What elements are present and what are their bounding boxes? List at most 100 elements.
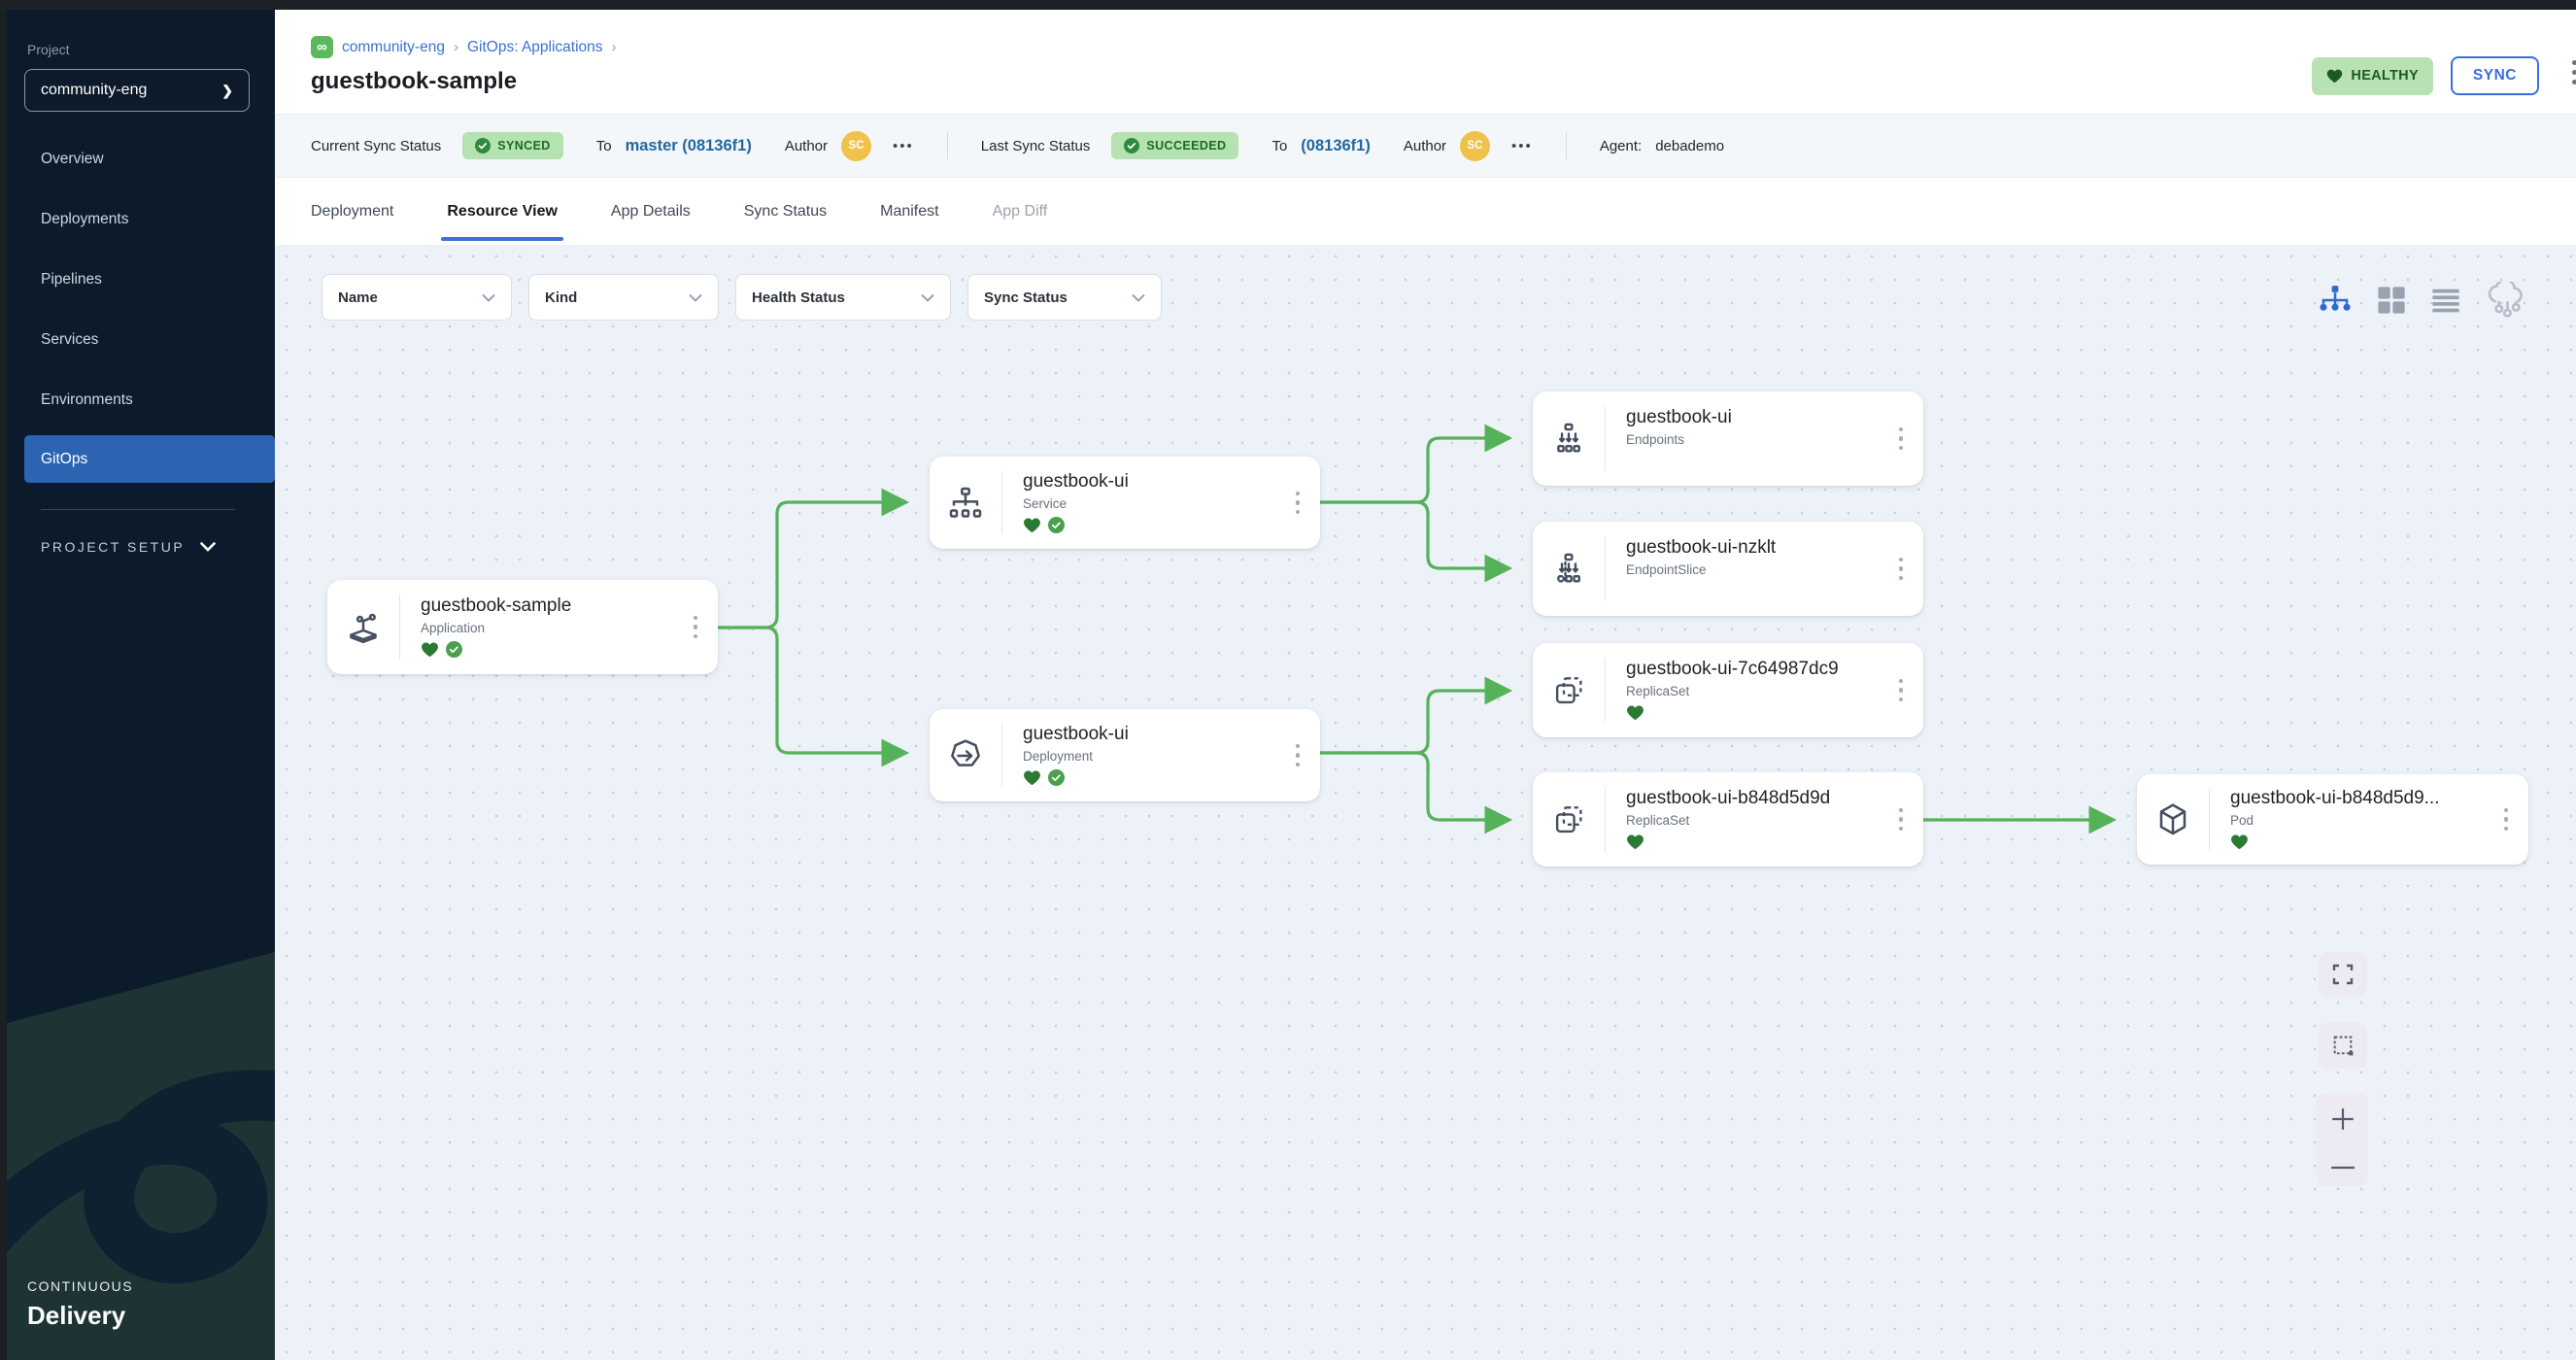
node-title: guestbook-ui-7c64987dc9 (1626, 659, 1879, 680)
node-title: guestbook-ui (1023, 724, 1275, 745)
node-replicaset-guestbook-ui-b848d5d9d[interactable]: guestbook-ui-b848d5d9d ReplicaSet (1533, 772, 1923, 867)
node-kind: Application (421, 621, 673, 635)
node-kebab-menu-icon[interactable] (1879, 679, 1923, 702)
more-options-icon[interactable]: ••• (1511, 138, 1533, 154)
sidebar-item-services[interactable]: Services (0, 315, 275, 365)
deployment-icon (930, 736, 1001, 775)
project-setup-toggle[interactable]: PROJECT SETUP (41, 539, 216, 555)
node-replicaset-guestbook-ui-7c64987dc9[interactable]: guestbook-ui-7c64987dc9 ReplicaSet (1533, 643, 1923, 737)
fullscreen-button[interactable] (2319, 952, 2367, 997)
filter-sync-status-label: Sync Status (984, 289, 1068, 306)
zoom-in-button[interactable] (2330, 1106, 2356, 1132)
tab-app-details[interactable]: App Details (611, 178, 691, 245)
chevron-down-icon (1132, 293, 1145, 302)
node-title: guestbook-sample (421, 595, 673, 617)
tab-manifest[interactable]: Manifest (880, 178, 938, 245)
sidebar-item-overview[interactable]: Overview (0, 134, 275, 185)
tab-resource-view[interactable]: Resource View (447, 178, 558, 245)
synced-check-icon (1048, 517, 1065, 533)
sidebar-item-environments[interactable]: Environments (0, 375, 275, 425)
last-revision-link[interactable]: (08136f1) (1301, 137, 1371, 155)
agent-label: Agent: (1600, 138, 1642, 154)
node-endpoints-guestbook-ui[interactable]: guestbook-ui Endpoints (1533, 391, 1923, 486)
tab-deployment[interactable]: Deployment (311, 178, 393, 245)
marquee-select-button[interactable] (2319, 1023, 2367, 1069)
current-revision-link[interactable]: master (08136f1) (626, 137, 752, 155)
tab-sync-status[interactable]: Sync Status (744, 178, 827, 245)
check-circle-icon (1124, 138, 1139, 153)
brand-continuous-label: CONTINUOUS (27, 1278, 133, 1294)
node-kebab-menu-icon[interactable] (1879, 558, 1923, 581)
tab-bar: Deployment Resource View App Details Syn… (275, 178, 2576, 245)
endpoints-icon (1533, 421, 1605, 458)
divider (1566, 132, 1567, 159)
breadcrumb-separator: › (454, 39, 458, 55)
node-kebab-menu-icon[interactable] (1879, 808, 1923, 832)
node-kind: Service (1023, 496, 1275, 511)
node-title: guestbook-ui (1023, 471, 1275, 493)
header-kebab-menu-icon[interactable] (2572, 60, 2576, 85)
author-avatar[interactable]: SC (1460, 131, 1490, 161)
node-kebab-menu-icon[interactable] (1879, 427, 1923, 451)
zoom-out-button[interactable] (2330, 1163, 2356, 1173)
minus-icon (2330, 1163, 2356, 1173)
synced-badge-label: SYNCED (497, 139, 551, 153)
gitops-logo-icon: ∞ (311, 36, 333, 58)
filter-sync-status[interactable]: Sync Status (967, 274, 1162, 321)
sync-button[interactable]: SYNC (2451, 56, 2539, 95)
node-endpointslice-guestbook-ui-nzklt[interactable]: guestbook-ui-nzklt EndpointSlice (1533, 522, 1923, 616)
resource-tree-canvas[interactable]: Name Kind Health Status Sync Status (275, 245, 2576, 1360)
more-options-icon[interactable]: ••• (893, 138, 914, 154)
zoom-controls (2317, 1093, 2368, 1186)
node-deployment-guestbook-ui[interactable]: guestbook-ui Deployment (930, 709, 1320, 801)
node-kind: EndpointSlice (1626, 562, 1879, 577)
node-pod-guestbook-ui-b848d5d9[interactable]: guestbook-ui-b848d5d9... Pod (2137, 774, 2528, 865)
chevron-down-icon (482, 293, 495, 302)
author-label: Author (1404, 138, 1446, 154)
sidebar-item-gitops[interactable]: GitOps (24, 435, 275, 483)
marquee-select-icon (2331, 1034, 2356, 1058)
endpointslice-icon (1533, 551, 1605, 588)
list-view-icon[interactable] (2431, 288, 2460, 313)
sidebar: Project community-eng ❯ Overview Deploym… (0, 10, 275, 1360)
author-avatar[interactable]: SC (841, 131, 871, 161)
breadcrumb-applications-link[interactable]: GitOps: Applications (467, 39, 603, 56)
breadcrumb: ∞ community-eng › GitOps: Applications › (311, 36, 617, 58)
service-icon (930, 485, 1001, 522)
author-label: Author (785, 138, 828, 154)
tree-view-icon[interactable] (2319, 285, 2352, 316)
node-kebab-menu-icon[interactable] (1275, 744, 1320, 767)
sidebar-item-pipelines[interactable]: Pipelines (0, 255, 275, 305)
project-selector[interactable]: community-eng ❯ (24, 69, 250, 112)
brand-delivery-label: Delivery (27, 1301, 125, 1331)
filter-health-status-label: Health Status (752, 289, 845, 306)
node-kebab-menu-icon[interactable] (673, 616, 718, 639)
project-label: Project (27, 42, 70, 57)
node-application-guestbook-sample[interactable]: guestbook-sample Application (327, 580, 718, 674)
node-kebab-menu-icon[interactable] (2484, 808, 2528, 832)
grid-view-icon[interactable] (2377, 286, 2406, 315)
page-header: ∞ community-eng › GitOps: Applications ›… (275, 10, 2576, 114)
filter-name[interactable]: Name (322, 274, 512, 321)
sidebar-watermark: CONTINUOUS Delivery (0, 952, 275, 1360)
breadcrumb-separator: › (612, 39, 617, 55)
node-service-guestbook-ui[interactable]: guestbook-ui Service (930, 457, 1320, 549)
filter-bar: Name Kind Health Status Sync Status (322, 274, 1162, 321)
divider (947, 132, 948, 159)
succeeded-badge-label: SUCCEEDED (1146, 139, 1226, 153)
breadcrumb-project-link[interactable]: community-eng (342, 39, 445, 56)
node-kind: Endpoints (1626, 432, 1879, 447)
tab-app-diff: App Diff (993, 178, 1048, 245)
node-title: guestbook-ui-b848d5d9... (2230, 788, 2484, 809)
node-title: guestbook-ui (1626, 407, 1879, 428)
cluster-view-icon[interactable] (2486, 282, 2526, 319)
filter-kind-label: Kind (545, 289, 577, 306)
synced-badge: SYNCED (462, 132, 563, 159)
node-kebab-menu-icon[interactable] (1275, 492, 1320, 515)
filter-health-status[interactable]: Health Status (735, 274, 951, 321)
sidebar-item-deployments[interactable]: Deployments (0, 194, 275, 245)
filter-kind[interactable]: Kind (528, 274, 719, 321)
healthy-heart-icon (1023, 769, 1041, 786)
plus-icon (2330, 1106, 2356, 1132)
healthy-heart-icon (421, 641, 439, 658)
